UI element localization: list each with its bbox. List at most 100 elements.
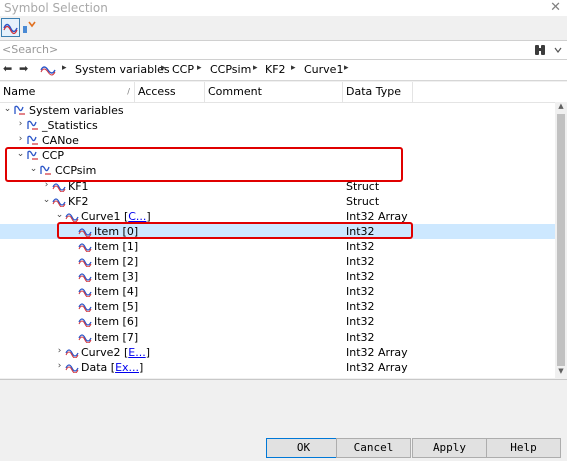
window-title: Symbol Selection (4, 1, 108, 15)
apply-button[interactable]: Apply (412, 438, 487, 458)
tree-row[interactable]: › Data [Ex...] Int32 Array (0, 360, 555, 375)
tree-row[interactable]: Item [5] Int32 (0, 299, 555, 314)
symbol-name: KF2 (68, 194, 89, 208)
breadcrumb-item-ccp[interactable]: CCP (172, 63, 194, 76)
namespace-icon (40, 166, 51, 175)
close-icon[interactable]: ✕ (550, 0, 561, 15)
back-icon[interactable]: ⬅ (3, 62, 12, 75)
symbol-name: _Statistics (42, 119, 98, 133)
data-type-cell: Int32 (346, 270, 375, 284)
breadcrumb-separator: ▸ (197, 63, 202, 73)
tree-row[interactable]: ⌄ System variables (0, 103, 555, 118)
signal-icon (78, 288, 92, 298)
tree-row-label: Curve2 [E...] (81, 345, 150, 359)
tree-row[interactable]: ⌄ CCP (0, 148, 555, 163)
symbol-name: Item [0] (94, 224, 139, 238)
tree-row[interactable]: Item [3] Int32 (0, 269, 555, 284)
comment-link[interactable]: C... (128, 210, 146, 223)
vertical-scrollbar[interactable]: ▲ ▼ (555, 102, 567, 378)
symbol-name: Item [2] (94, 255, 139, 268)
collapse-icon[interactable]: ⌄ (29, 164, 38, 174)
breadcrumb-item-ccpsim[interactable]: CCPsim (210, 63, 251, 76)
symbol-tree[interactable]: Name / Access Comment Data Type ⌄ System … (0, 82, 567, 378)
comment-link[interactable]: E... (128, 346, 145, 359)
tree-row[interactable]: Item [0] Int32 (0, 223, 555, 239)
symbol-name: KF1 (68, 179, 89, 193)
breadcrumb-separator: ▸ (291, 63, 296, 73)
sort-icon: / (127, 87, 130, 96)
symbol-name: Item [6] (94, 315, 139, 329)
signal-icon (78, 243, 92, 252)
scroll-up-icon[interactable]: ▲ (555, 102, 567, 113)
namespace-icon (27, 120, 38, 130)
signal-icon (78, 303, 92, 313)
expand-icon[interactable]: › (55, 346, 64, 356)
expand-icon[interactable]: › (55, 361, 64, 371)
tree-row[interactable]: › Curve2 [E...] Int32 Array (0, 345, 555, 360)
breadcrumb-item-kf2[interactable]: KF2 (265, 63, 286, 76)
symbol-name: Data (81, 360, 108, 374)
expand-icon[interactable]: › (16, 119, 25, 129)
expand-icon[interactable]: › (16, 134, 25, 144)
title-bar: Symbol Selection ✕ (0, 0, 567, 16)
collapse-icon[interactable]: ⌄ (42, 195, 51, 205)
help-button[interactable]: Help (486, 438, 561, 458)
tree-row-label: _Statistics (42, 119, 98, 132)
search-input[interactable] (2, 42, 522, 57)
data-type-cell: Int32 (346, 315, 375, 329)
column-name[interactable]: Name / (0, 82, 135, 102)
tree-row[interactable]: Item [6] Int32 (0, 314, 555, 329)
column-comment[interactable]: Comment (205, 82, 343, 102)
breadcrumb-separator: ▸ (344, 63, 349, 73)
cancel-button[interactable]: Cancel (336, 438, 411, 458)
tree-row[interactable]: ⌄ Curve1 [C...] Int32 Array (0, 209, 555, 224)
tree-row[interactable]: › CANoe (0, 133, 555, 148)
scroll-down-icon[interactable]: ▼ (555, 367, 567, 378)
tree-row[interactable]: ⌄ KF2 Struct (0, 194, 555, 209)
search-options-button[interactable] (533, 42, 563, 58)
collapse-icon[interactable]: ⌄ (55, 210, 64, 220)
breadcrumb-item-curve1[interactable]: Curve1 (304, 63, 343, 76)
signal-icon (65, 348, 79, 358)
expand-icon[interactable]: › (42, 180, 51, 190)
breadcrumb-separator: ▸ (62, 63, 67, 73)
symbol-name: CANoe (42, 134, 79, 148)
column-name-label: Name (3, 85, 36, 98)
tree-row-label: Item [6] (94, 315, 138, 328)
signal-icon (3, 23, 18, 35)
column-access-label: Access (138, 85, 176, 98)
tree-row[interactable]: Item [2] Int32 (0, 254, 555, 269)
tree-row[interactable]: Item [1] Int32 (0, 239, 555, 254)
signal-icon (65, 364, 79, 373)
tree-row-label: Item [3] (94, 270, 138, 283)
tree-row[interactable]: Item [4] Int32 (0, 284, 555, 299)
forward-icon[interactable]: ➡ (19, 62, 28, 75)
tree-row[interactable]: ⌄ CCPsim (0, 163, 555, 178)
collapse-icon[interactable]: ⌄ (16, 149, 25, 159)
comment-link[interactable]: Ex... (115, 361, 139, 374)
signal-icon (40, 66, 56, 76)
breadcrumb-separator: ▸ (253, 63, 258, 73)
toolbar (0, 16, 567, 38)
tree-row-label: Item [4] (94, 285, 138, 298)
data-type-cell: Int32 Array (346, 345, 408, 359)
data-type-cell: Int32 (346, 255, 375, 268)
data-type-cell: Int32 (346, 285, 375, 299)
tree-row-label: Curve1 [C...] (81, 209, 151, 223)
tree-row-label: Item [1] (94, 240, 138, 253)
tree-row-label: CCP (42, 149, 64, 162)
column-data-type[interactable]: Data Type (343, 82, 413, 102)
signal-icon (78, 333, 92, 343)
breadcrumb-item-system-variables[interactable]: System variables (75, 63, 170, 76)
tree-row[interactable]: › KF1 Struct (0, 179, 555, 194)
tree-row[interactable]: Item [7] Int32 (0, 330, 555, 345)
ok-button[interactable]: OK (266, 438, 341, 458)
signal-view-button[interactable] (1, 18, 20, 37)
filter-button[interactable] (20, 18, 39, 37)
data-type-cell: Struct (346, 179, 380, 193)
tree-row[interactable]: › _Statistics (0, 118, 555, 133)
collapse-icon[interactable]: ⌄ (3, 104, 12, 114)
column-access[interactable]: Access (135, 82, 205, 102)
scrollbar-thumb[interactable] (557, 114, 565, 366)
filter-icon (23, 21, 36, 33)
